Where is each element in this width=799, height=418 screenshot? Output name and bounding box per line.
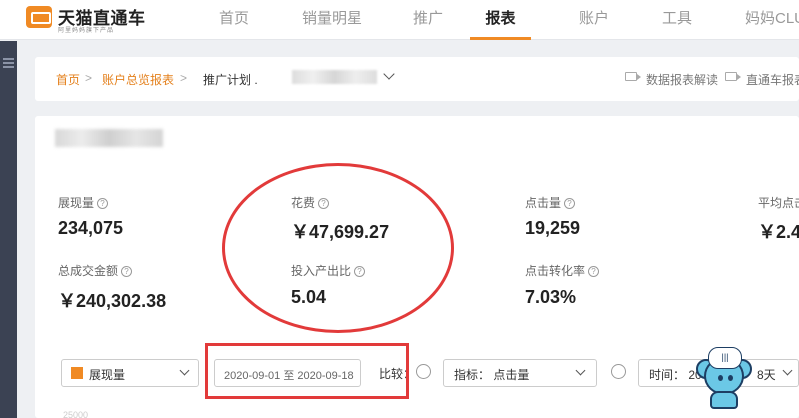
compare-radio[interactable] — [416, 364, 431, 379]
metric-value-clicks: 19,259 — [525, 218, 581, 238]
annotation-ellipse — [222, 163, 454, 333]
nav-account[interactable]: 账户 — [579, 0, 609, 40]
brand-subtitle: 阿里妈妈旗下产品 — [58, 28, 115, 34]
nav-sales-star[interactable]: 销量明星 — [302, 0, 362, 40]
metric-label-impressions: 展现量? — [58, 194, 109, 211]
indicator-select[interactable]: 指标： 点击量 — [443, 359, 597, 387]
time-compare-radio[interactable] — [611, 364, 626, 379]
chevron-down-icon[interactable] — [383, 68, 395, 80]
nav-home[interactable]: 首页 — [219, 0, 249, 40]
mascot-eye — [718, 375, 723, 381]
metric-select-value: 展现量 — [89, 368, 126, 382]
breadcrumb: 首页 > 账户总览报表 > 推广计划 . 数据报表解读 直通车报表 — [35, 57, 799, 101]
help-icon[interactable]: ? — [564, 198, 576, 209]
metric-label-avg-cpc: 平均点击 — [758, 196, 799, 210]
metric-label-clicks: 点击量? — [525, 194, 576, 211]
metric-select[interactable]: 展现量 — [61, 359, 199, 387]
menu-toggle-icon[interactable] — [3, 58, 14, 70]
plan-name-redacted — [292, 70, 377, 84]
time-select-suffix: 8天 — [757, 368, 776, 382]
chart-y-tick: 25000 — [63, 410, 89, 418]
mascot-eye — [728, 375, 733, 381]
chevron-down-icon — [782, 365, 793, 376]
metric-value-cvr: 7.03% — [525, 287, 577, 307]
nav-mama-club[interactable]: 妈妈CLUB — [745, 0, 799, 40]
metric-label-cvr: 点击转化率? — [525, 262, 600, 279]
breadcrumb-separator: > — [180, 71, 188, 85]
annotation-rectangle — [205, 343, 409, 399]
chevron-down-icon — [575, 365, 586, 376]
breadcrumb-separator: > — [85, 71, 93, 85]
nav-tools[interactable]: 工具 — [662, 0, 692, 40]
metric-label-gmv: 总成交金额? — [58, 262, 133, 279]
video-icon — [625, 72, 641, 81]
help-icon[interactable]: ? — [97, 198, 109, 209]
metric-value-avg-cpc: ￥2.4 — [758, 222, 799, 242]
help-icon[interactable]: ? — [121, 266, 133, 277]
video-icon — [725, 72, 741, 81]
help-icon[interactable]: ? — [588, 266, 600, 277]
breadcrumb-overview[interactable]: 账户总览报表 — [102, 71, 174, 88]
brand-logo[interactable]: 天猫直通车 阿里妈妈旗下产品 — [26, 4, 176, 36]
breadcrumb-plan: 推广计划 . — [203, 73, 258, 87]
chevron-down-icon — [179, 365, 190, 376]
account-name-redacted — [55, 129, 163, 147]
voice-wave-icon: ||| — [708, 347, 742, 369]
car-logo-icon — [26, 6, 52, 28]
metric-value-impressions: 234,075 — [58, 218, 124, 238]
indicator-select-value: 指标： 点击量 — [454, 368, 530, 382]
headset-mouse-icon[interactable]: ||| — [694, 345, 754, 411]
nav-promotion[interactable]: 推广 — [413, 0, 443, 40]
report-guide-link[interactable]: 数据报表解读 — [646, 71, 718, 88]
mascot-body — [710, 391, 738, 409]
report-link[interactable]: 直通车报表 — [746, 71, 799, 88]
metric-value-gmv: ￥240,302.38 — [58, 291, 167, 311]
breadcrumb-home[interactable]: 首页 — [56, 71, 80, 88]
left-sidebar — [0, 41, 17, 418]
nav-reports[interactable]: 报表 — [470, 0, 531, 40]
series-color-swatch — [71, 367, 83, 379]
top-nav: 天猫直通车 阿里妈妈旗下产品 首页 销量明星 推广 报表 账户 工具 妈妈CLU… — [0, 0, 799, 40]
